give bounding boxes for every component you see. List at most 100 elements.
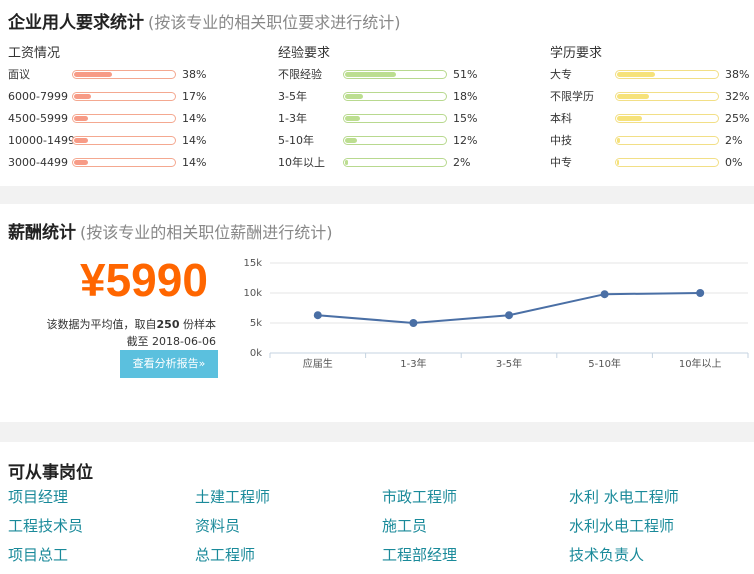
salary-stat-label: 面议 [8, 68, 30, 81]
chart-point[interactable] [600, 290, 609, 299]
sample-count: 250 [156, 318, 180, 331]
salary-stat-bar-fill [74, 116, 88, 121]
education-stat-label: 本科 [550, 112, 572, 125]
job-link[interactable]: 水利水电工程师 [569, 515, 674, 536]
experience-stat-percent: 12% [453, 134, 478, 147]
job-link[interactable]: 总工程师 [195, 544, 255, 565]
salary-column: 工资情况 面议 38% 6000-7999 17% 4500-5999 14% 10000-… [8, 42, 248, 169]
experience-stat-label: 3-5年 [278, 90, 307, 103]
education-stat-bar [615, 158, 719, 167]
job-link[interactable]: 工程技术员 [8, 515, 83, 536]
salary-stat-percent: 17% [182, 90, 207, 103]
experience-stat-percent: 51% [453, 68, 478, 81]
experience-stat-row: 3-5年 18% [278, 90, 518, 104]
education-stat-percent: 32% [725, 90, 750, 103]
salary-stat-row: 面议 38% [8, 68, 248, 82]
experience-stat-bar-fill [345, 72, 396, 77]
average-salary: ¥5990 [80, 254, 208, 306]
education-stat-percent: 25% [725, 112, 750, 125]
chart-ytick-label: 15k [243, 258, 262, 269]
salary-stat-percent: 14% [182, 134, 207, 147]
experience-stat-bar [343, 70, 447, 79]
experience-stat-label: 1-3年 [278, 112, 307, 125]
salary-stat-percent: 14% [182, 156, 207, 169]
chart-point[interactable] [696, 289, 705, 297]
chart-xtick-label: 10年以上 [679, 357, 722, 370]
salary-stat-bar [72, 70, 176, 79]
chart-ytick-label: 0k [250, 348, 262, 359]
chart-ytick-label: 10k [243, 288, 262, 299]
experience-stat-row: 1-3年 15% [278, 112, 518, 126]
job-link[interactable]: 技术负责人 [569, 544, 644, 565]
experience-stat-bar-fill [345, 160, 348, 165]
experience-stat-percent: 2% [453, 156, 471, 169]
education-stat-bar [615, 70, 719, 79]
job-link[interactable]: 资料员 [195, 515, 240, 536]
education-stat-percent: 2% [725, 134, 743, 147]
job-link[interactable]: 水利 水电工程师 [569, 486, 679, 507]
job-link[interactable]: 市政工程师 [382, 486, 457, 507]
salary-stat-bar [72, 114, 176, 123]
chart-point[interactable] [313, 311, 322, 320]
experience-stat-label: 不限经验 [278, 68, 322, 81]
salary-heading: 工资情况 [8, 46, 61, 61]
experience-stat-bar-fill [345, 138, 357, 143]
salary-stat-bar-fill [74, 94, 91, 99]
salary-stat-row: 6000-7999 17% [8, 90, 248, 104]
salary-line-chart: 0k 5k 10k 15k 应届生 1-3年 3-5年 5-10年 10年以上 [243, 258, 749, 370]
chart-point[interactable] [409, 319, 418, 327]
experience-stat-bar [343, 114, 447, 123]
job-link[interactable]: 项目经理 [8, 486, 68, 507]
requirements-subtitle: (按该专业的相关职位要求进行统计) [148, 13, 401, 32]
education-stat-label: 不限学历 [550, 90, 594, 103]
view-report-button[interactable]: 查看分析报告» [120, 350, 218, 378]
education-stat-row: 中专 0% [550, 156, 754, 170]
jobs-title: 可从事岗位 [8, 463, 93, 483]
experience-stat-label: 10年以上 [278, 156, 325, 169]
salary-stat-percent: 38% [182, 68, 207, 81]
salary-date-note: 截至 2018-06-06 [126, 335, 216, 348]
salary-stat-label: 10000-14999 [8, 134, 82, 147]
education-column: 学历要求 大专 38% 不限学历 32% 本科 25% 中技 2% 中专 0% [550, 42, 754, 169]
education-stat-percent: 0% [725, 156, 743, 169]
job-link[interactable]: 项目总工 [8, 544, 68, 565]
salary-stat-row: 4500-5999 14% [8, 112, 248, 126]
requirements-title-text: 企业用人要求统计 [8, 13, 144, 33]
section-divider-2 [0, 422, 754, 442]
experience-stat-bar [343, 136, 447, 145]
salary-stat-label: 3000-4499 [8, 156, 68, 169]
education-stat-bar-fill [617, 94, 649, 99]
job-link[interactable]: 土建工程师 [195, 486, 270, 507]
chart-xtick-label: 5-10年 [588, 357, 621, 370]
experience-column: 经验要求 不限经验 51% 3-5年 18% 1-3年 15% 5-10年 12% 10年以上 2… [278, 42, 518, 169]
job-link[interactable]: 施工员 [382, 515, 427, 536]
salary-stat-row: 10000-14999 14% [8, 134, 248, 148]
education-stat-bar-fill [617, 72, 655, 77]
chart-ytick-label: 5k [250, 318, 262, 329]
experience-stat-bar-fill [345, 116, 360, 121]
salary-stat-bar-fill [74, 160, 88, 165]
education-stat-bar [615, 114, 719, 123]
education-stat-bar-fill [617, 160, 619, 165]
requirements-title: 企业用人要求统计 (按该专业的相关职位要求进行统计) [8, 8, 401, 33]
education-stat-label: 中专 [550, 156, 572, 169]
education-stat-row: 中技 2% [550, 134, 754, 148]
salary-sample-note: 该数据为平均值，取自250 份样本 [47, 316, 216, 332]
education-stat-row: 本科 25% [550, 112, 754, 126]
chart-series [313, 289, 705, 327]
education-stat-bar-fill [617, 138, 620, 143]
salary-stat-bar [72, 158, 176, 167]
chart-point[interactable] [505, 311, 513, 320]
education-stat-bar [615, 136, 719, 145]
education-stat-percent: 38% [725, 68, 750, 81]
section-divider [0, 186, 754, 204]
education-stat-row: 不限学历 32% [550, 90, 754, 104]
salary-stat-bar [72, 92, 176, 101]
education-stat-label: 中技 [550, 134, 572, 147]
education-stat-bar-fill [617, 116, 642, 121]
experience-stat-percent: 15% [453, 112, 478, 125]
education-stat-bar [615, 92, 719, 101]
chart-xtick-label: 1-3年 [400, 357, 426, 370]
job-link[interactable]: 工程部经理 [382, 544, 457, 565]
experience-stat-bar [343, 92, 447, 101]
